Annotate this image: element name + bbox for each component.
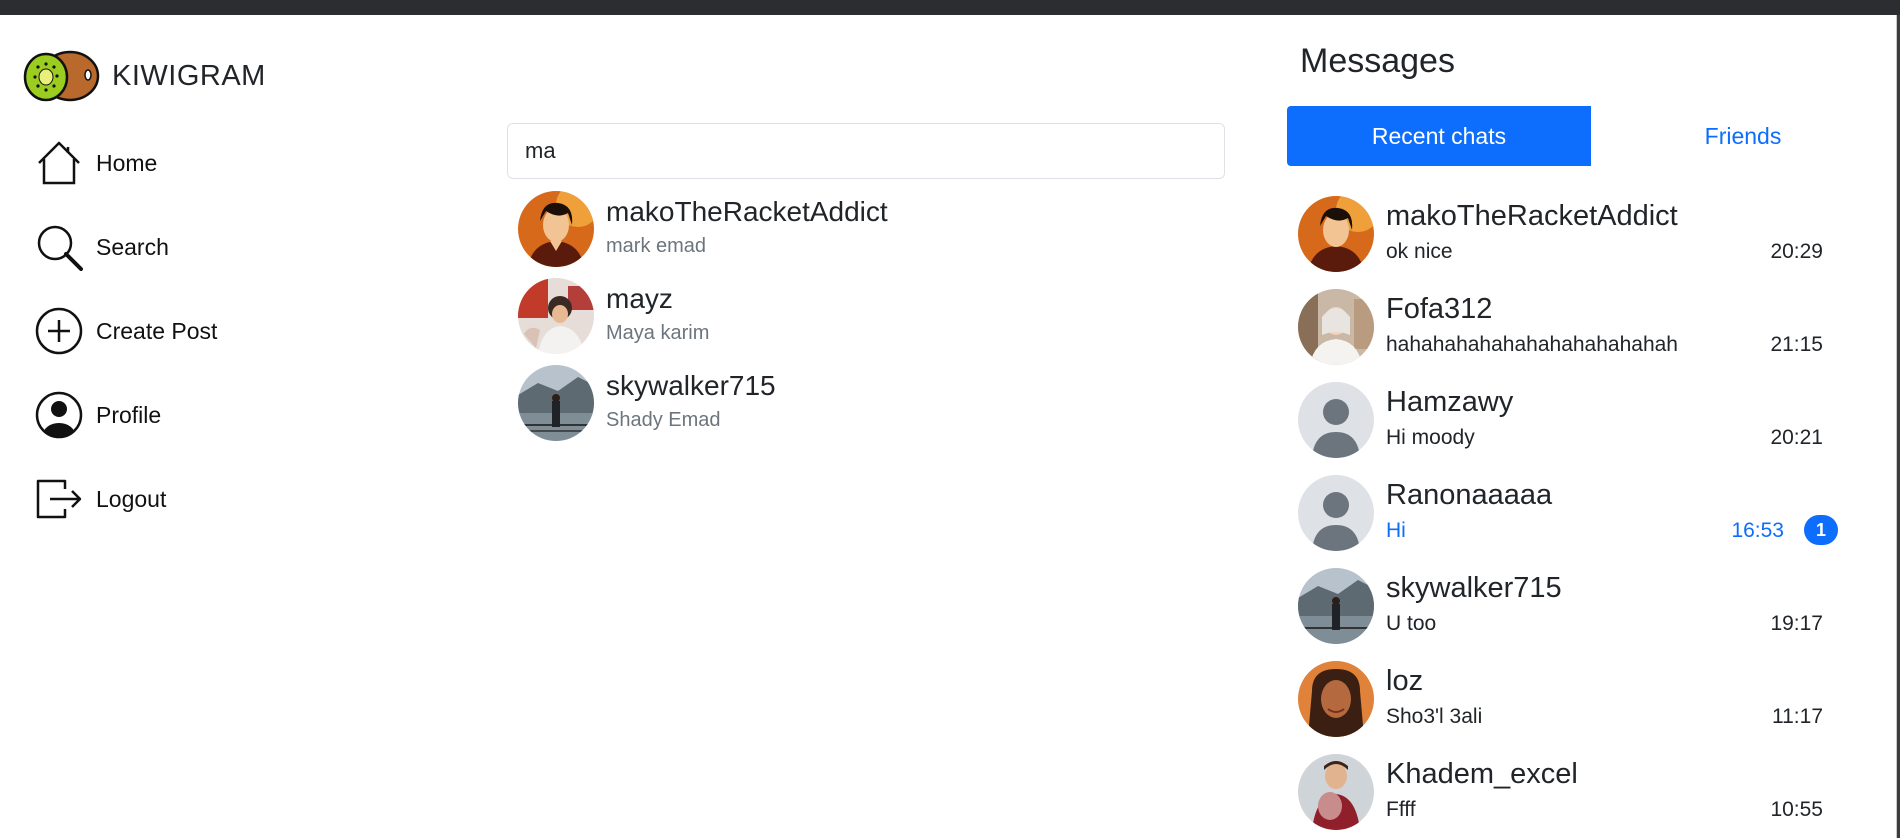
- chat-name: Khadem_excel: [1386, 758, 1578, 790]
- nav-create-post[interactable]: Create Post: [34, 306, 217, 356]
- brand[interactable]: KIWIGRAM: [22, 46, 266, 106]
- tab-recent-chats[interactable]: Recent chats: [1287, 106, 1591, 166]
- search-icon: [34, 222, 84, 272]
- chat-preview: hahahahahahahahahahahahah: [1386, 333, 1678, 356]
- avatar: [1298, 196, 1374, 272]
- chat-preview: U too: [1386, 612, 1437, 635]
- result-fullname: Maya karim: [606, 322, 710, 344]
- nav-search-label: Search: [96, 233, 169, 260]
- plus-circle-icon: [34, 306, 84, 356]
- avatar: [1298, 754, 1374, 830]
- kiwi-logo-icon: [23, 50, 100, 102]
- nav-home-label: Home: [96, 149, 158, 176]
- nav-logout-label: Logout: [96, 485, 167, 512]
- chat-name: makoTheRacketAddict: [1386, 200, 1678, 232]
- chat-name: skywalker715: [1386, 572, 1562, 604]
- chat-time: 21:15: [1770, 333, 1823, 356]
- result-fullname: Shady Emad: [606, 409, 721, 431]
- home-icon: [34, 138, 84, 188]
- chat-item[interactable]: makoTheRacketAddict ok nice 20:29: [1298, 196, 1838, 274]
- chat-preview: Ffff: [1386, 798, 1416, 821]
- avatar: [1298, 289, 1374, 365]
- chat-time: 20:29: [1770, 240, 1823, 263]
- chat-item[interactable]: skywalker715 U too 19:17: [1298, 568, 1838, 646]
- logout-icon: [34, 474, 84, 524]
- tab-friends[interactable]: Friends: [1591, 106, 1895, 166]
- chat-time: 10:55: [1770, 798, 1823, 821]
- search-result[interactable]: skywalker715 Shady Emad: [518, 365, 776, 441]
- chat-name: Ranonaaaaa: [1386, 479, 1553, 511]
- app-name: KIWIGRAM: [112, 59, 266, 92]
- nav-search[interactable]: Search: [34, 222, 169, 272]
- chat-item[interactable]: Fofa312 hahahahahahahahahahahahah 21:15: [1298, 289, 1838, 367]
- result-username: makoTheRacketAddict: [606, 196, 888, 227]
- chat-name: loz: [1386, 665, 1424, 697]
- nav-home[interactable]: Home: [34, 138, 157, 188]
- chat-time: 11:17: [1772, 705, 1823, 728]
- avatar: [1298, 661, 1374, 737]
- chat-name: Hamzawy: [1386, 386, 1514, 418]
- chat-time: 16:53: [1731, 519, 1784, 542]
- search-input[interactable]: [507, 123, 1225, 179]
- chat-item[interactable]: Khadem_excel Ffff 10:55: [1298, 754, 1838, 832]
- avatar: [518, 191, 594, 267]
- avatar: [518, 278, 594, 354]
- avatar-placeholder-icon: [1298, 475, 1374, 551]
- chat-item[interactable]: Hamzawy Hi moody 20:21: [1298, 382, 1838, 460]
- chat-item[interactable]: Ranonaaaaa Hi 16:53 1: [1298, 475, 1838, 553]
- nav-logout[interactable]: Logout: [34, 474, 166, 524]
- chat-preview: Sho3'l 3ali: [1386, 705, 1483, 728]
- avatar-placeholder-icon: [1298, 382, 1374, 458]
- chat-preview: Hi moody: [1386, 426, 1475, 449]
- chat-time: 20:21: [1770, 426, 1823, 449]
- nav-create-post-label: Create Post: [96, 317, 218, 344]
- result-username: skywalker715: [606, 370, 776, 401]
- search-result[interactable]: mayz Maya karim: [518, 278, 709, 354]
- profile-icon: [34, 390, 84, 440]
- result-fullname: mark emad: [606, 235, 707, 257]
- chat-item[interactable]: loz Sho3'l 3ali 11:17: [1298, 661, 1838, 739]
- search-result[interactable]: makoTheRacketAddict mark emad: [518, 191, 888, 267]
- avatar: [518, 365, 594, 441]
- nav-profile-label: Profile: [96, 401, 162, 428]
- chat-preview: ok nice: [1386, 240, 1453, 263]
- unread-badge: 1: [1804, 515, 1838, 545]
- browser-top-bar: [0, 0, 1900, 15]
- chat-time: 19:17: [1770, 612, 1823, 635]
- nav-profile[interactable]: Profile: [34, 390, 161, 440]
- chat-name: Fofa312: [1386, 293, 1493, 325]
- messages-title: Messages: [1300, 42, 1455, 80]
- avatar: [1298, 568, 1374, 644]
- result-username: mayz: [606, 283, 673, 314]
- chat-preview: Hi: [1386, 519, 1406, 542]
